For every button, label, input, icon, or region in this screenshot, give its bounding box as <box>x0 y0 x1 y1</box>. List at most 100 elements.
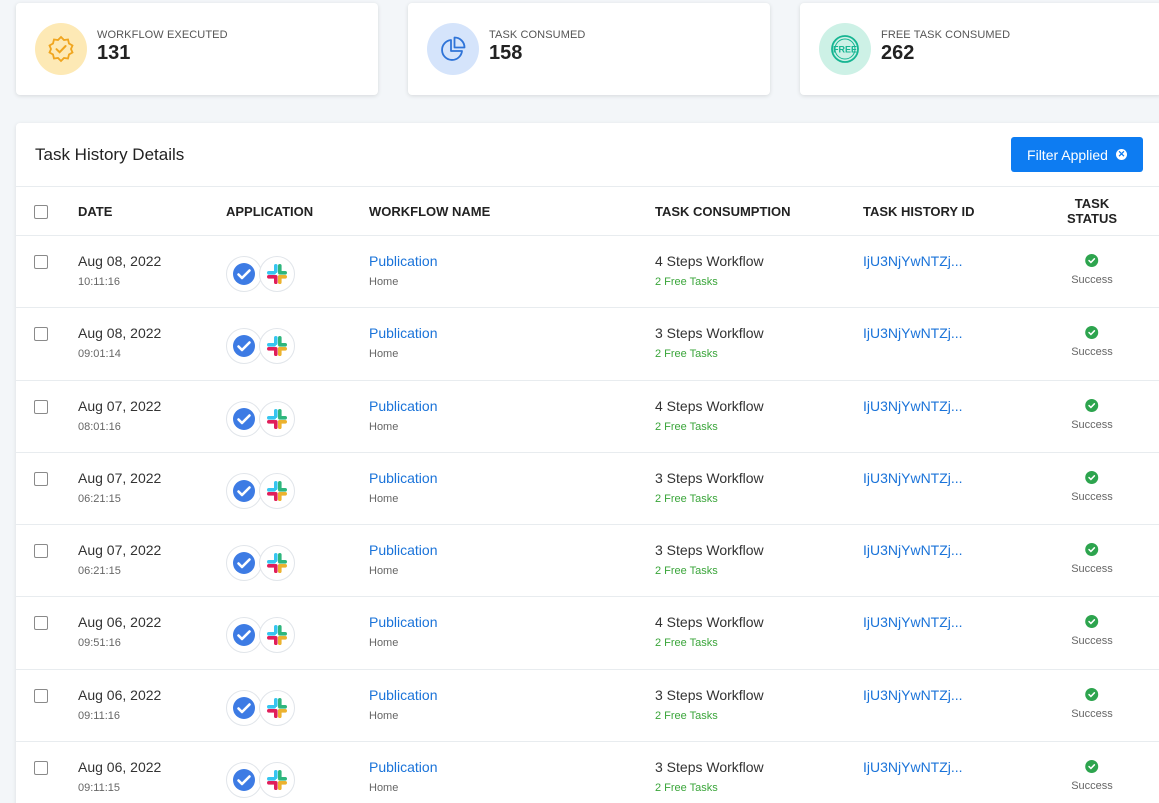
row-status: Success <box>1071 707 1113 720</box>
row-task-history-id-link[interactable]: IjU3NjYwNTZj... <box>863 542 963 558</box>
task-check-app-icon <box>226 472 262 509</box>
row-time: 06:21:15 <box>78 565 121 578</box>
row-free-tasks: 2 Free Tasks <box>655 637 718 650</box>
column-date[interactable]: DATE <box>78 204 112 219</box>
row-task-history-id-link[interactable]: IjU3NjYwNTZj... <box>863 398 963 414</box>
row-status: Success <box>1071 490 1113 503</box>
row-folder: Home <box>369 348 399 361</box>
filter-button-label: Filter Applied <box>1027 146 1108 163</box>
row-free-tasks: 2 Free Tasks <box>655 782 718 795</box>
stat-label: WORKFLOW EXECUTED <box>97 29 228 41</box>
success-check-icon <box>1085 687 1099 701</box>
clear-filter-icon[interactable]: ✕ <box>1115 149 1127 160</box>
row-time: 09:51:16 <box>78 637 121 650</box>
table-row[interactable]: Aug 07, 2022 06:21:15 Publication Home 3… <box>16 453 1159 526</box>
svg-text:FREE: FREE <box>833 45 857 55</box>
row-steps: 3 Steps Workflow <box>655 686 764 703</box>
table-row[interactable]: Aug 08, 2022 09:01:14 Publication Home 3… <box>16 308 1159 381</box>
free-badge-icon: FREE <box>819 23 871 75</box>
row-checkbox[interactable] <box>34 688 48 703</box>
table-row[interactable]: Aug 06, 2022 09:51:16 Publication Home 4… <box>16 597 1159 670</box>
row-steps: 4 Steps Workflow <box>655 397 764 414</box>
table-row[interactable]: Aug 07, 2022 06:21:15 Publication Home 3… <box>16 525 1159 598</box>
stat-value: 158 <box>489 42 523 64</box>
row-task-history-id-link[interactable]: IjU3NjYwNTZj... <box>863 325 963 341</box>
success-check-icon <box>1085 470 1099 484</box>
column-workflow-name[interactable]: WORKFLOW NAME <box>369 204 490 219</box>
column-task-consumption[interactable]: TASK CONSUMPTION <box>655 204 791 219</box>
row-checkbox[interactable] <box>34 327 48 342</box>
column-task-history-id[interactable]: TASK HISTORY ID <box>863 204 974 219</box>
row-task-history-id-link[interactable]: IjU3NjYwNTZj... <box>863 253 963 269</box>
row-date: Aug 07, 2022 <box>78 542 162 559</box>
row-steps: 4 Steps Workflow <box>655 614 764 631</box>
row-checkbox[interactable] <box>34 255 48 269</box>
row-checkbox[interactable] <box>34 544 48 559</box>
slack-icon <box>259 545 295 582</box>
table-row[interactable]: Aug 06, 2022 09:11:16 Publication Home 3… <box>16 670 1159 743</box>
task-check-app-icon <box>226 328 262 365</box>
table-row[interactable]: Aug 08, 2022 10:11:16 Publication Home 4… <box>16 236 1159 309</box>
select-all-checkbox[interactable] <box>34 205 48 219</box>
row-steps: 4 Steps Workflow <box>655 253 764 269</box>
row-folder: Home <box>369 276 399 288</box>
row-free-tasks: 2 Free Tasks <box>655 492 718 505</box>
task-check-app-icon <box>226 545 262 582</box>
success-check-icon <box>1085 760 1099 774</box>
row-status: Success <box>1071 418 1113 431</box>
row-date: Aug 07, 2022 <box>78 469 162 486</box>
filter-applied-button[interactable]: Filter Applied ✕ <box>1011 137 1143 172</box>
row-status: Success <box>1071 274 1113 286</box>
row-workflow-link[interactable]: Publication <box>369 759 438 775</box>
slack-icon <box>259 328 295 365</box>
row-date: Aug 07, 2022 <box>78 397 162 414</box>
row-free-tasks: 2 Free Tasks <box>655 709 718 722</box>
row-status: Success <box>1071 563 1113 576</box>
stat-card-task-consumed: TASK CONSUMED 158 <box>408 3 770 95</box>
task-check-app-icon <box>226 617 262 654</box>
slack-icon <box>259 400 295 437</box>
table-row[interactable]: Aug 06, 2022 09:11:15 Publication Home 3… <box>16 742 1159 803</box>
row-time: 09:11:15 <box>78 782 121 795</box>
row-workflow-link[interactable]: Publication <box>369 614 438 630</box>
panel-header: Task History Details Filter Applied ✕ <box>16 123 1159 187</box>
row-workflow-link[interactable]: Publication <box>369 398 438 414</box>
row-steps: 3 Steps Workflow <box>655 325 764 342</box>
row-folder: Home <box>369 709 399 722</box>
row-folder: Home <box>369 782 399 795</box>
row-checkbox[interactable] <box>34 761 48 776</box>
slack-icon <box>259 472 295 509</box>
stat-card-free-task-consumed: FREE FREE TASK CONSUMED 262 <box>800 3 1159 95</box>
row-task-history-id-link[interactable]: IjU3NjYwNTZj... <box>863 759 963 775</box>
row-workflow-link[interactable]: Publication <box>369 470 438 486</box>
row-workflow-link[interactable]: Publication <box>369 542 438 558</box>
table-body: Aug 08, 2022 10:11:16 Publication Home 4… <box>16 236 1159 803</box>
row-status: Success <box>1071 635 1113 648</box>
slack-icon <box>259 617 295 654</box>
task-check-app-icon <box>226 400 262 437</box>
success-check-icon <box>1085 326 1099 340</box>
row-folder: Home <box>369 492 399 505</box>
row-steps: 3 Steps Workflow <box>655 469 764 486</box>
row-checkbox[interactable] <box>34 616 48 631</box>
success-check-icon <box>1085 254 1099 267</box>
slack-icon <box>259 762 295 799</box>
row-date: Aug 06, 2022 <box>78 759 162 776</box>
column-task-status[interactable]: TASK STATUS <box>1050 196 1134 226</box>
row-status: Success <box>1071 346 1113 359</box>
row-workflow-link[interactable]: Publication <box>369 325 438 341</box>
row-time: 09:01:14 <box>78 348 121 361</box>
row-time: 09:11:16 <box>78 709 121 722</box>
row-task-history-id-link[interactable]: IjU3NjYwNTZj... <box>863 470 963 486</box>
slack-icon <box>259 256 295 292</box>
row-workflow-link[interactable]: Publication <box>369 687 438 703</box>
row-task-history-id-link[interactable]: IjU3NjYwNTZj... <box>863 614 963 630</box>
row-free-tasks: 2 Free Tasks <box>655 276 718 288</box>
row-checkbox[interactable] <box>34 399 48 414</box>
row-workflow-link[interactable]: Publication <box>369 253 438 269</box>
row-task-history-id-link[interactable]: IjU3NjYwNTZj... <box>863 687 963 703</box>
row-folder: Home <box>369 565 399 578</box>
column-application[interactable]: APPLICATION <box>226 204 313 219</box>
row-checkbox[interactable] <box>34 471 48 486</box>
table-row[interactable]: Aug 07, 2022 08:01:16 Publication Home 4… <box>16 381 1159 453</box>
